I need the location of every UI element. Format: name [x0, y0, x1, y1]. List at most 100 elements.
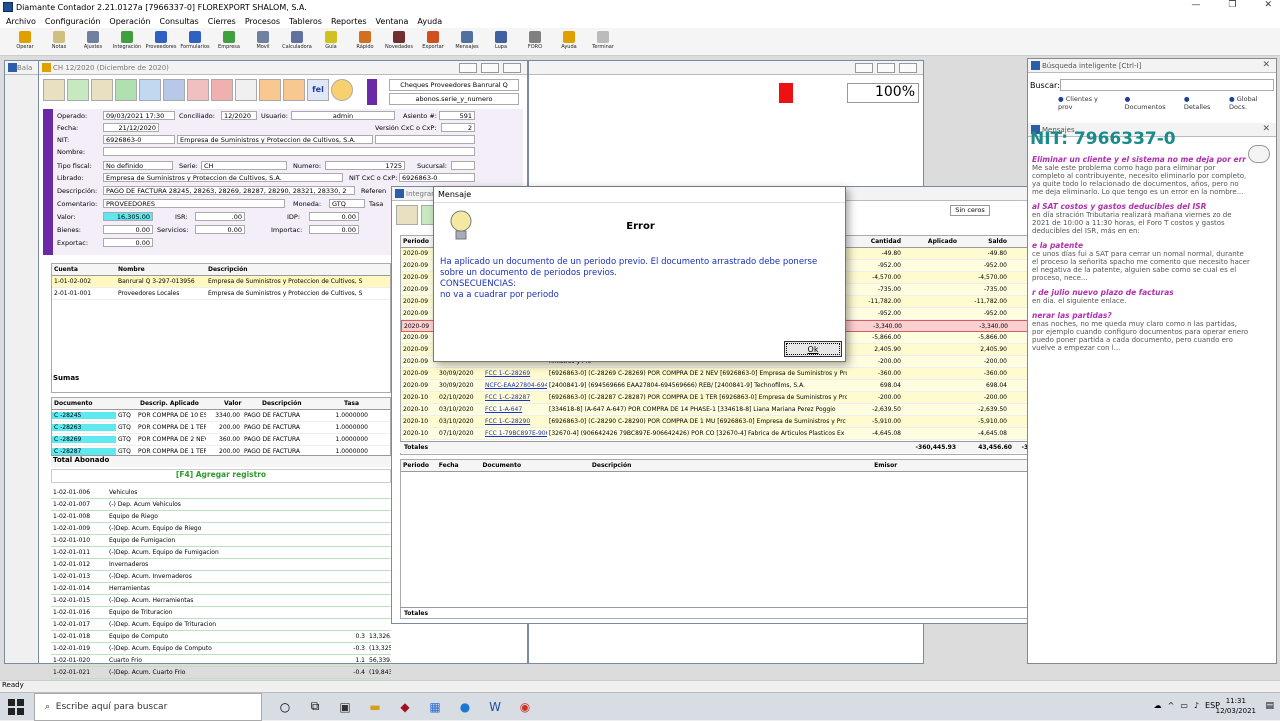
catalog-row[interactable]: 1-02-01-020 Cuarto Frio 1.1 56,339.30	[51, 655, 391, 667]
post-title[interactable]: e la patente	[1032, 241, 1250, 250]
servicios-field[interactable]: 0.00	[195, 225, 245, 234]
table-row[interactable]: 2020-10 03/10/2020 FCC 1-C-28290 [6926863-0…	[401, 416, 1061, 428]
windows-start-icon[interactable]	[8, 699, 24, 715]
accounts-grid[interactable]: Cuenta Nombre Descripción 1-01-02-002 Banrur…	[51, 263, 391, 393]
filter-0[interactable]: ● Clientes y prov	[1058, 95, 1113, 111]
menu-item-configuración[interactable]: Configuración	[45, 17, 101, 26]
document-row[interactable]: C -28245 GTQ POR COMPRA DE 10 ESI 3340.00 PA…	[52, 410, 390, 422]
catalog-row[interactable]: 1-02-01-021 (-)Dep. Acum. Cuarto Frio -0.4…	[51, 667, 391, 679]
menu-item-procesos[interactable]: Procesos	[245, 17, 280, 26]
isr-field[interactable]: .00	[195, 212, 245, 221]
exportac-field[interactable]: 0.00	[103, 238, 153, 247]
minimize-button[interactable]: —	[1191, 0, 1200, 10]
document-row[interactable]: C -28263 GTQ POR COMPRA DE 1 TERI 200.00 PAG…	[52, 422, 390, 434]
catalog-row[interactable]: 1-02-01-011 (-)Dep. Acum. Equipo de Fumig…	[51, 547, 391, 559]
table-row[interactable]: 2020-10 03/10/2020 FCC 1-A-647 [334618-8] (…	[401, 404, 1061, 416]
toolbar-operar-button[interactable]: Operar	[8, 28, 42, 56]
column-header[interactable]: Descrip. Aplicado	[138, 400, 222, 407]
fecha-field[interactable]: 21/12/2020	[103, 123, 159, 132]
menu-item-consultas[interactable]: Consultas	[160, 17, 199, 26]
valor-field[interactable]: 16,305.00	[103, 212, 153, 221]
search-close-button[interactable]: ✕	[1262, 60, 1270, 70]
maximize-button[interactable]: ❐	[1228, 0, 1236, 10]
preview-minimize-button[interactable]	[855, 63, 873, 73]
delete-icon[interactable]	[187, 79, 209, 101]
catalog-row[interactable]: 1-02-01-015 (-)Dep. Acum. Herramientas	[51, 595, 391, 607]
filter-2[interactable]: ● Detalles	[1184, 95, 1217, 111]
column-header[interactable]: Descripción	[206, 266, 386, 273]
preview-close-button[interactable]	[899, 63, 917, 73]
table-row[interactable]: 2020-10 02/10/2020 FCC 1-C-28287 [6926863-0…	[401, 392, 1061, 404]
toolbar-empresa-button[interactable]: Empresa	[212, 28, 246, 56]
catalog-list[interactable]: 1-02-01-006 Vehiculos 1-02-01-007 (-) Dep. …	[51, 487, 391, 679]
nit-extra-field[interactable]	[375, 135, 475, 144]
column-header[interactable]: Nombre	[116, 266, 206, 273]
preview-maximize-button[interactable]	[877, 63, 895, 73]
add-record-button[interactable]: [F4] Agregar registro	[51, 469, 391, 483]
column-header[interactable]: Documento	[481, 462, 590, 469]
store-icon[interactable]: ▣	[334, 696, 356, 718]
descripcion-field[interactable]: PAGO DE FACTURA 28245, 28263, 28269, 282…	[103, 186, 355, 195]
catalog-row[interactable]: 1-02-01-016 Equipo de Trituracion	[51, 607, 391, 619]
post-title[interactable]: Eliminar un cliente y el sistema no me d…	[1032, 155, 1250, 164]
cheque-maximize-button[interactable]	[481, 63, 499, 73]
diamante-app-icon[interactable]: ▦	[424, 696, 446, 718]
messages-close-button[interactable]: ✕	[1262, 124, 1270, 134]
ok-button[interactable]: Ok	[784, 341, 842, 357]
toolbar-formularios-button[interactable]: Formularios	[178, 28, 212, 56]
toolbar-rápido-button[interactable]: Rápido	[348, 28, 382, 56]
toolbar-integración-button[interactable]: Integración	[110, 28, 144, 56]
post-title[interactable]: nerar las partidas?	[1032, 311, 1250, 320]
comentario-field[interactable]: PROVEEDORES	[103, 199, 285, 208]
message-post[interactable]: nerar las partidas? enas noches, no me qu…	[1032, 311, 1250, 352]
edge-icon[interactable]: ●	[454, 696, 476, 718]
close-button[interactable]: ✕	[1264, 0, 1272, 10]
column-header[interactable]: Cuenta	[52, 266, 116, 273]
post-title[interactable]: al SAT costos y gastos deducibles del IS…	[1032, 202, 1250, 211]
toolbar-exportar-button[interactable]: Exportar	[416, 28, 450, 56]
tray-volume-icon[interactable]: ♪	[1194, 701, 1199, 710]
document-row[interactable]: C -28269 GTQ POR COMPRA DE 2 NEV 360.00 PAGO…	[52, 434, 390, 446]
numero-field[interactable]: 1725	[325, 161, 405, 170]
nombre-field[interactable]	[103, 147, 475, 156]
catalog-row[interactable]: 1-02-01-018 Equipo de Computo 0.3 13,326.16	[51, 631, 391, 643]
task-view-icon[interactable]: ⧉	[304, 696, 326, 718]
column-header[interactable]: Documento	[52, 400, 138, 407]
column-header[interactable]: Emisor	[872, 462, 1021, 469]
column-header[interactable]: Aplicado	[903, 238, 959, 245]
column-header[interactable]: Saldo	[959, 238, 1009, 245]
edit-icon[interactable]	[139, 79, 161, 101]
grid-icon[interactable]	[211, 79, 233, 101]
message-post[interactable]: r de julio nuevo plazo de facturas en día…	[1032, 288, 1250, 305]
menu-item-archivo[interactable]: Archivo	[6, 17, 36, 26]
clock[interactable]: 11:31 12/03/2021	[1216, 696, 1256, 716]
cortana-icon[interactable]: ○	[274, 696, 296, 718]
word-icon[interactable]: W	[484, 696, 506, 718]
toolbar-ayuda-button[interactable]: Ayuda	[552, 28, 586, 56]
integrar-print-icon[interactable]	[396, 205, 418, 225]
menu-item-cierres[interactable]: Cierres	[208, 17, 236, 26]
toolbar-proveedores-button[interactable]: Proveedores	[144, 28, 178, 56]
table-row[interactable]: 2-01-01-001 Proveedores Locales Empresa de…	[52, 288, 390, 300]
printer2-icon[interactable]	[283, 79, 305, 101]
column-header[interactable]: Cantidad	[847, 238, 903, 245]
librado-field[interactable]: Empresa de Suministros y Proteccion de C…	[103, 173, 343, 182]
catalog-row[interactable]: 1-02-01-010 Equipo de Fumigacion	[51, 535, 391, 547]
message-post[interactable]: al SAT costos y gastos deducibles del IS…	[1032, 202, 1250, 235]
catalog-row[interactable]: 1-02-01-013 (-)Dep. Acum. Invernaderos	[51, 571, 391, 583]
printer-icon[interactable]	[259, 79, 281, 101]
notification-icon[interactable]: ▤	[1265, 701, 1274, 711]
upload-icon[interactable]	[91, 79, 113, 101]
asiento-field[interactable]: 591	[439, 111, 475, 120]
nit-field[interactable]: 6926863-0	[103, 135, 175, 144]
app-red-icon[interactable]: ◆	[394, 696, 416, 718]
filter-3[interactable]: ● Global Docs.	[1229, 95, 1276, 111]
catalog-row[interactable]: 1-02-01-012 Invernaderos	[51, 559, 391, 571]
filter-1[interactable]: ● Documentos	[1125, 95, 1172, 111]
fel-icon[interactable]: fel	[307, 79, 329, 101]
table-row[interactable]: 2020-09 30/09/2020 FCC 1-C-28269 [6926863-0…	[401, 368, 1061, 380]
column-header[interactable]: Periodo	[401, 462, 437, 469]
nitcxc-field[interactable]: 6926863-0	[399, 173, 475, 182]
bienes-field[interactable]: 0.00	[103, 225, 153, 234]
column-header[interactable]: Tasa	[342, 400, 388, 407]
